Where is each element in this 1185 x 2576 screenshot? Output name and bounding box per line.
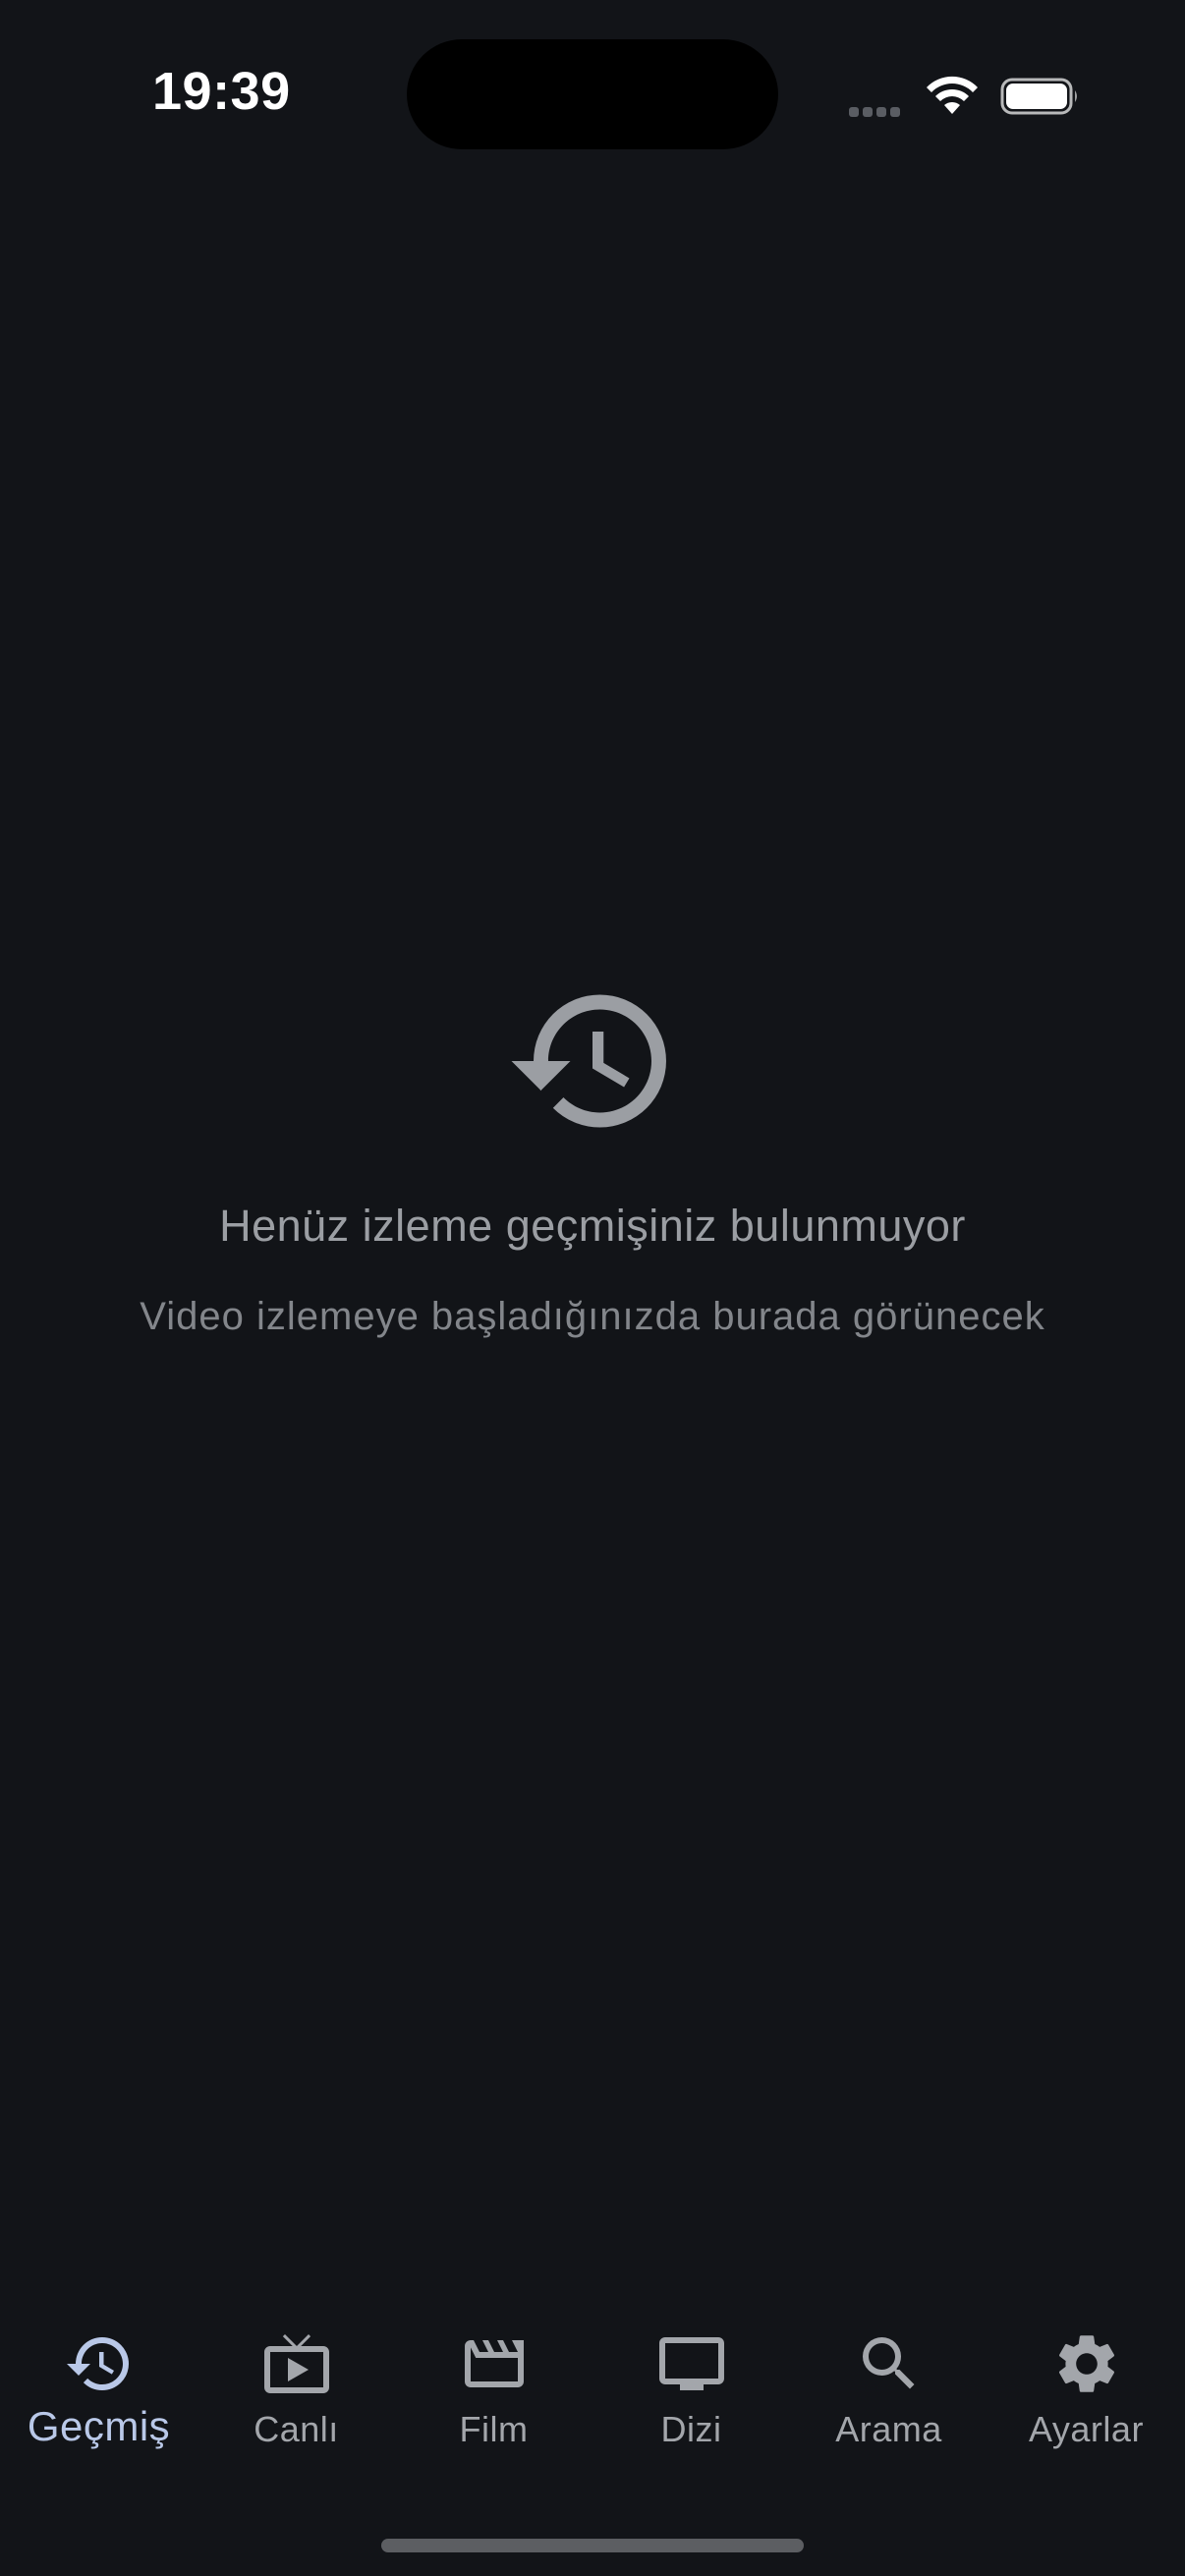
status-time: 19:39 — [152, 62, 291, 121]
tv-icon — [658, 2337, 724, 2390]
search-icon — [862, 2337, 914, 2389]
nav-item-canli[interactable]: Canlı — [198, 2309, 395, 2486]
live-tv-icon — [263, 2334, 329, 2393]
nav-item-arama[interactable]: Arama — [790, 2309, 988, 2486]
nav-label: Film — [459, 2409, 529, 2449]
history-icon — [66, 2337, 129, 2390]
status-bar: 19:39 — [0, 0, 1185, 196]
empty-state — [0, 973, 1185, 1149]
nav-label: Canlı — [254, 2409, 339, 2449]
movie-clapper-icon — [464, 2340, 524, 2387]
bottom-navigation-bar: Geçmiş Canlı Film Dizi Arama Ayarlar — [0, 2309, 1185, 2486]
dynamic-island — [407, 39, 778, 149]
home-indicator — [381, 2539, 804, 2552]
empty-state-title: Henüz izleme geçmişiniz bulunmuyor — [219, 1201, 966, 1251]
battery-icon — [1000, 78, 1077, 115]
cellular-signal-icon — [849, 104, 908, 117]
gear-icon — [1058, 2335, 1114, 2392]
nav-item-dizi[interactable]: Dizi — [592, 2309, 790, 2486]
nav-label: Geçmiş — [27, 2403, 171, 2449]
nav-item-film[interactable]: Film — [395, 2309, 592, 2486]
nav-label: Ayarlar — [1029, 2409, 1144, 2449]
wifi-icon — [927, 76, 978, 114]
nav-item-gecmis[interactable]: Geçmiş — [0, 2309, 198, 2486]
empty-state-subtitle: Video izlemeye başladığınızda burada gör… — [140, 1295, 1045, 1338]
history-icon — [511, 994, 666, 1128]
nav-label: Dizi — [660, 2409, 722, 2449]
nav-label: Arama — [835, 2409, 942, 2449]
nav-item-ayarlar[interactable]: Ayarlar — [988, 2309, 1185, 2486]
